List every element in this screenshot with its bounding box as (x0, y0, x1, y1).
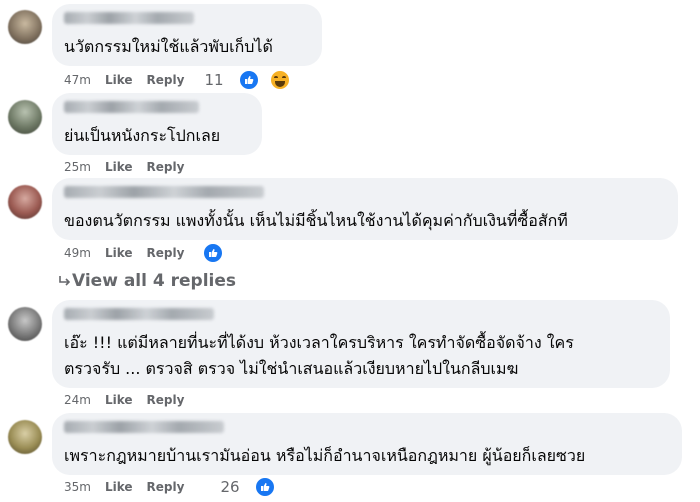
view-replies-label: View all 4 replies (72, 271, 237, 291)
timestamp[interactable]: 49m (64, 246, 91, 260)
like-button[interactable]: Like (105, 246, 133, 260)
timestamp[interactable]: 35m (64, 480, 91, 494)
author-name[interactable] (64, 12, 194, 24)
reply-button[interactable]: Reply (147, 160, 185, 174)
timestamp[interactable]: 24m (64, 393, 91, 407)
reply-button[interactable]: Reply (147, 73, 185, 87)
comment-bubble: เอ๊ะ !!! แต่มีหลายที่นะที่ได้งบ ห้วงเวลา… (52, 300, 670, 388)
comment-text: ของตนวัตกรรม แพงทั้งนั้น เห็นไม่มีชิ้นไห… (64, 211, 568, 230)
avatar[interactable] (8, 420, 42, 454)
comment-text: ย่นเป็นหนังกระโปกเลย (64, 126, 221, 145)
author-name[interactable] (64, 421, 224, 433)
author-name[interactable] (64, 186, 264, 198)
like-icon (237, 69, 260, 91)
avatar[interactable] (8, 100, 42, 134)
comment-bubble: ย่นเป็นหนังกระโปกเลย (52, 93, 262, 155)
reaction-summary[interactable]: 11 (204, 69, 304, 91)
comment-text-line: เอ๊ะ !!! แต่มีหลายที่นะที่ได้งบ ห้วงเวลา… (64, 333, 574, 352)
timestamp[interactable]: 25m (64, 160, 91, 174)
reply-button[interactable]: Reply (147, 393, 185, 407)
reply-button[interactable]: Reply (147, 480, 185, 494)
comment-actions: 49m Like Reply (64, 242, 238, 264)
comment-bubble: นวัตกรรมใหม่ใช้แล้วพับเก็บได้ (52, 4, 322, 66)
comment-text: เพราะกฎหมายบ้านเรามันอ่อน หรือไม่ก็อำนาจ… (64, 446, 586, 465)
comment-bubble: ของตนวัตกรรม แพงทั้งนั้น เห็นไม่มีชิ้นไห… (52, 178, 678, 240)
like-button[interactable]: Like (105, 393, 133, 407)
reply-button[interactable]: Reply (147, 246, 185, 260)
comment-text-line: ตรวจรับ ... ตรวจสิ ตรวจ ไม่ใช่นำเสนอแล้ว… (64, 359, 519, 378)
haha-icon (268, 69, 291, 91)
author-name[interactable] (64, 101, 199, 113)
reaction-summary[interactable] (202, 242, 238, 264)
reply-arrow-icon (59, 276, 70, 286)
comment-actions: 47m Like Reply 11 (64, 69, 305, 91)
comment-bubble: เพราะกฎหมายบ้านเรามันอ่อน หรือไม่ก็อำนาจ… (52, 413, 682, 475)
comment-actions: 24m Like Reply (64, 390, 198, 410)
like-icon (253, 476, 276, 498)
view-replies-link[interactable]: View all 4 replies (58, 271, 236, 291)
like-button[interactable]: Like (105, 480, 133, 494)
avatar[interactable] (8, 10, 42, 44)
avatar[interactable] (8, 307, 42, 341)
like-button[interactable]: Like (105, 73, 133, 87)
reaction-summary[interactable]: 26 (220, 476, 289, 498)
comment-actions: 35m Like Reply 26 (64, 476, 290, 498)
like-icon (202, 242, 225, 264)
author-name[interactable] (64, 308, 214, 320)
avatar[interactable] (8, 185, 42, 219)
comment-actions: 25m Like Reply (64, 157, 198, 177)
comment-text: นวัตกรรมใหม่ใช้แล้วพับเก็บได้ (64, 37, 273, 56)
timestamp[interactable]: 47m (64, 73, 91, 87)
like-button[interactable]: Like (105, 160, 133, 174)
reaction-count: 11 (204, 71, 224, 89)
reaction-count: 26 (220, 478, 240, 496)
